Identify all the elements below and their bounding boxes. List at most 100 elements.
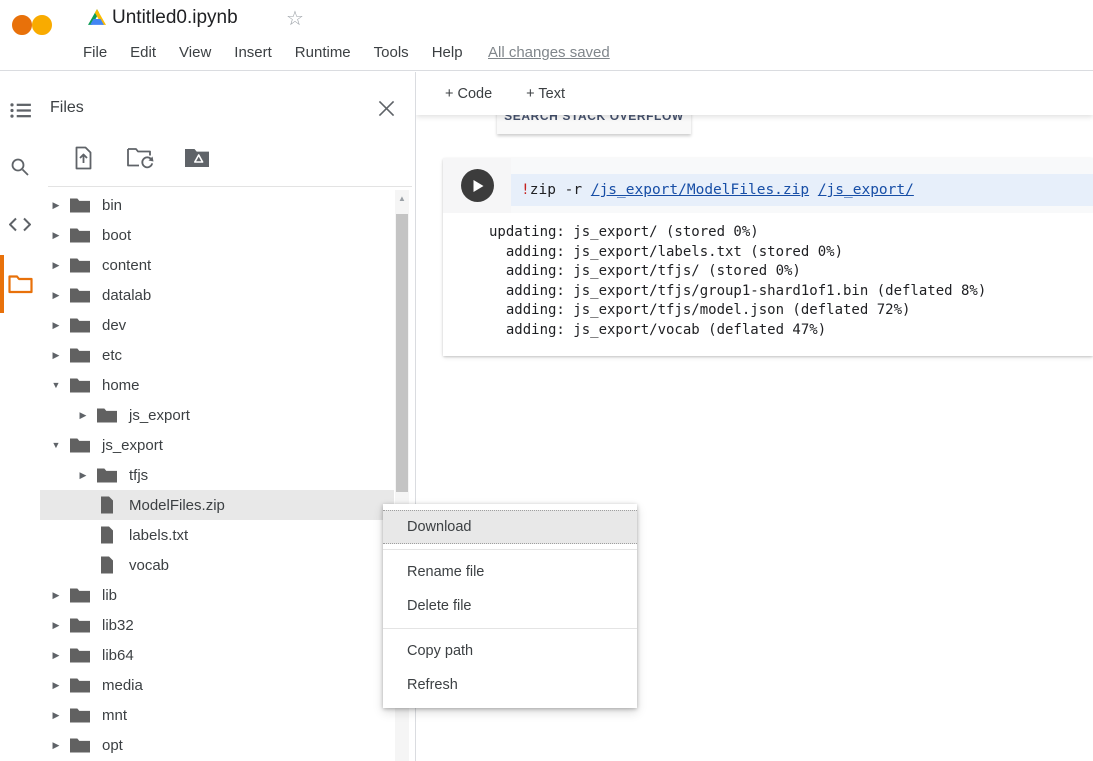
menu-edit[interactable]: Edit	[130, 44, 156, 61]
refresh-folder-icon[interactable]	[126, 144, 154, 172]
tree-item-label: lib32	[102, 617, 134, 634]
files-icon[interactable]	[0, 264, 40, 304]
search-icon[interactable]	[0, 147, 40, 187]
chevron-right-icon[interactable]: ▶	[46, 590, 66, 601]
star-outline-icon[interactable]: ☆	[286, 6, 304, 31]
google-drive-icon	[88, 9, 106, 30]
output-line: updating: js_export/ (stored 0%)	[489, 223, 1093, 243]
menu-insert[interactable]: Insert	[234, 44, 272, 61]
code-token-plain	[809, 182, 818, 198]
chevron-right-icon[interactable]: ▶	[46, 320, 66, 331]
scrollbar-thumb[interactable]	[396, 214, 408, 492]
chevron-right-icon[interactable]: ▶	[46, 260, 66, 271]
folder-icon	[68, 317, 92, 334]
scrollbar-up-arrow[interactable]: ▲	[395, 194, 409, 203]
tree-file-ModelFiles.zip[interactable]: ModelFiles.zip	[40, 490, 394, 520]
menu-tools[interactable]: Tools	[374, 44, 409, 61]
tree-item-label: js_export	[102, 437, 163, 454]
tree-folder-lib32[interactable]: ▶ lib32	[40, 610, 394, 640]
file-context-menu: DownloadRename fileDelete fileCopy pathR…	[383, 504, 637, 708]
chevron-right-icon[interactable]: ▶	[46, 200, 66, 211]
mount-drive-icon[interactable]	[183, 144, 211, 172]
folder-icon	[68, 377, 92, 394]
menu-file[interactable]: File	[83, 44, 107, 61]
notebook-title[interactable]: Untitled0.ipynb	[112, 7, 238, 29]
context-menu-item-delete-file[interactable]: Delete file	[383, 589, 637, 623]
add-code-button[interactable]: + Code	[445, 86, 492, 102]
close-icon[interactable]	[372, 94, 400, 122]
chevron-right-icon[interactable]: ▶	[46, 740, 66, 751]
colab-logo[interactable]	[12, 14, 68, 52]
tree-folder-media[interactable]: ▶ media	[40, 670, 394, 700]
tree-folder-etc[interactable]: ▶etc	[40, 340, 394, 370]
chevron-right-icon[interactable]: ▶	[46, 290, 66, 301]
context-menu-group: Copy pathRefresh	[383, 628, 637, 707]
tree-item-label: media	[102, 677, 143, 694]
chevron-right-icon[interactable]: ▶	[46, 710, 66, 721]
folder-icon	[68, 437, 92, 454]
context-menu-item-copy-path[interactable]: Copy path	[383, 634, 637, 668]
code-cell-editor-row: !zip -r /js_export/ModelFiles.zip /js_ex…	[443, 158, 1093, 213]
menu-help[interactable]: Help	[432, 44, 463, 61]
play-icon	[473, 180, 484, 192]
menu-view[interactable]: View	[179, 44, 211, 61]
chevron-right-icon[interactable]: ▶	[46, 620, 66, 631]
chevron-right-icon[interactable]: ▶	[46, 680, 66, 691]
notebook-toolbar: + Code + Text	[416, 72, 1093, 115]
folder-icon	[68, 197, 92, 214]
chevron-down-icon[interactable]: ▼	[46, 380, 66, 390]
upload-file-icon[interactable]	[69, 144, 97, 172]
folder-icon	[68, 257, 92, 274]
tree-folder-tfjs[interactable]: ▶ tfjs	[40, 460, 394, 490]
menu-runtime[interactable]: Runtime	[295, 44, 351, 61]
tree-folder-boot[interactable]: ▶ boot	[40, 220, 394, 250]
tree-folder-lib64[interactable]: ▶lib64	[40, 640, 394, 670]
chevron-right-icon[interactable]: ▶	[73, 470, 93, 481]
chevron-right-icon[interactable]: ▶	[46, 650, 66, 661]
output-line: adding: js_export/tfjs/group1-shard1of1.…	[489, 282, 1093, 302]
add-text-button[interactable]: + Text	[526, 86, 565, 102]
tree-item-label: dev	[102, 317, 126, 334]
tree-folder-content[interactable]: ▶content	[40, 250, 394, 280]
folder-icon	[68, 647, 92, 664]
context-menu-item-rename-file[interactable]: Rename file	[383, 555, 637, 589]
tree-folder-opt[interactable]: ▶opt	[40, 730, 394, 760]
chevron-right-icon[interactable]: ▶	[46, 230, 66, 241]
context-menu-item-refresh[interactable]: Refresh	[383, 668, 637, 702]
context-menu-group: Rename fileDelete file	[383, 549, 637, 628]
code-cell: !zip -r /js_export/ModelFiles.zip /js_ex…	[443, 158, 1093, 356]
panel-divider	[48, 186, 412, 187]
chevron-right-icon[interactable]: ▶	[46, 350, 66, 361]
tree-file-vocab[interactable]: vocab	[40, 550, 394, 580]
tree-folder-js_export[interactable]: ▶ js_export	[40, 400, 394, 430]
colab-logo-ring-right	[32, 15, 52, 35]
run-cell-button[interactable]	[461, 169, 494, 202]
code-line[interactable]: !zip -r /js_export/ModelFiles.zip /js_ex…	[511, 174, 1093, 206]
tree-item-label: datalab	[102, 287, 151, 304]
tree-file-labels.txt[interactable]: labels.txt	[40, 520, 394, 550]
tree-item-label: js_export	[129, 407, 190, 424]
tree-folder-lib[interactable]: ▶lib	[40, 580, 394, 610]
save-status[interactable]: All changes saved	[488, 44, 610, 61]
code-token-bang: !	[521, 182, 530, 198]
tree-folder-home[interactable]: ▼home	[40, 370, 394, 400]
code-editor[interactable]: !zip -r /js_export/ModelFiles.zip /js_ex…	[511, 158, 1093, 213]
tree-item-label: boot	[102, 227, 131, 244]
context-menu-item-download[interactable]: Download	[383, 510, 637, 544]
output-line: adding: js_export/vocab (deflated 47%)	[489, 321, 1093, 341]
tree-folder-js_export[interactable]: ▼ js_export	[40, 430, 394, 460]
file-tree: ▶bin▶boot▶content▶datalab▶dev▶etc▼home▶j…	[40, 190, 394, 760]
folder-icon	[95, 407, 119, 424]
tree-folder-dev[interactable]: ▶ dev	[40, 310, 394, 340]
tree-folder-mnt[interactable]: ▶ mnt	[40, 700, 394, 730]
code-snippets-icon[interactable]	[0, 204, 40, 244]
tree-folder-datalab[interactable]: ▶ datalab	[40, 280, 394, 310]
table-of-contents-icon[interactable]	[0, 90, 40, 130]
tree-item-label: mnt	[102, 707, 127, 724]
folder-icon	[68, 227, 92, 244]
code-token-path: /js_export/	[818, 182, 914, 198]
tree-item-label: tfjs	[129, 467, 148, 484]
chevron-right-icon[interactable]: ▶	[73, 410, 93, 421]
chevron-down-icon[interactable]: ▼	[46, 440, 66, 450]
tree-folder-bin[interactable]: ▶bin	[40, 190, 394, 220]
